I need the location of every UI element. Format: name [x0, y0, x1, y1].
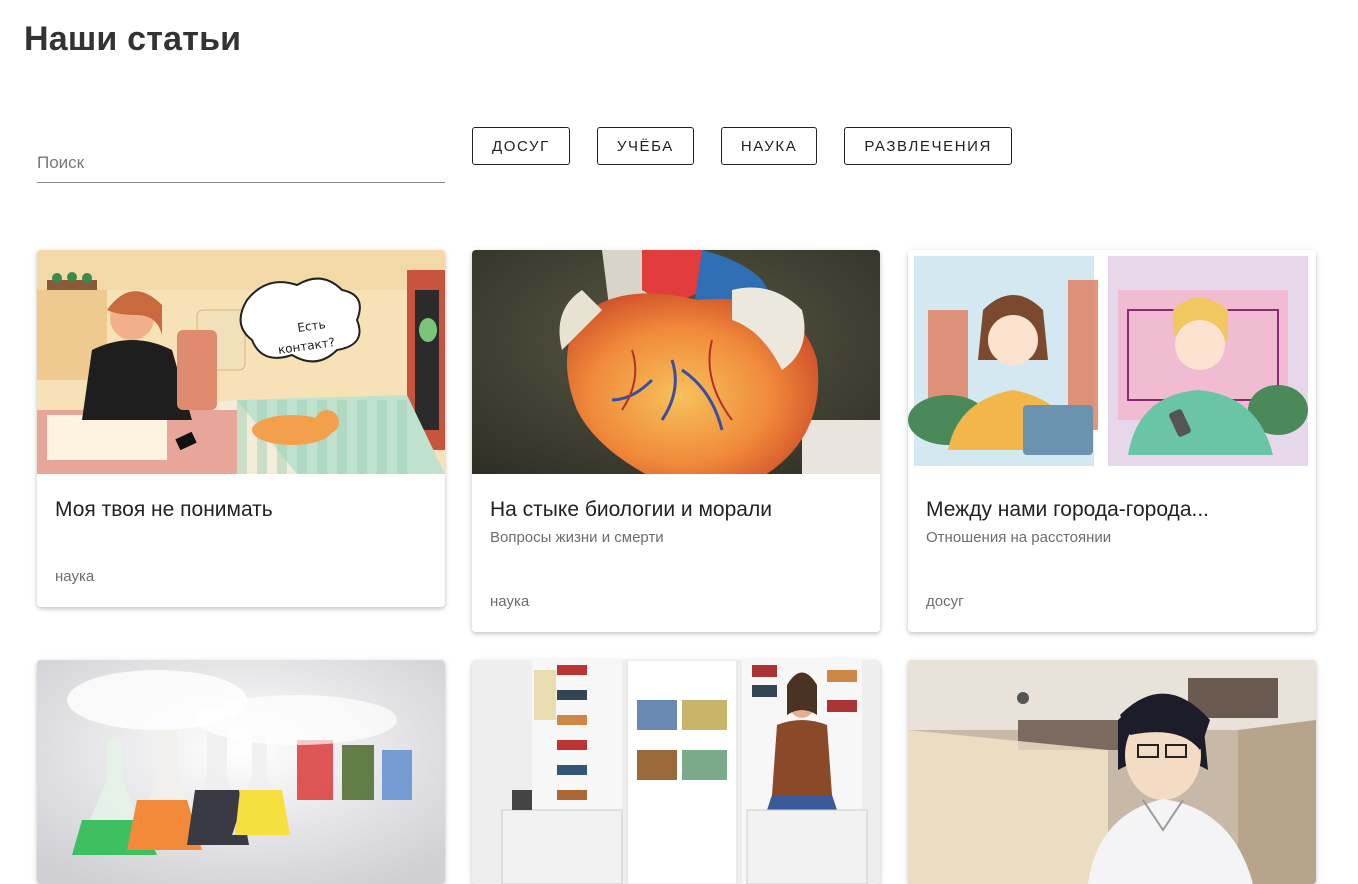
card-subtitle: Отношения на расстоянии [926, 529, 1112, 546]
card-category: досуг [926, 593, 964, 610]
filter-study-button[interactable]: УЧЁБА [596, 127, 694, 165]
card-image [908, 660, 1316, 884]
article-card[interactable] [908, 660, 1316, 884]
category-filters: ДОСУГ УЧЁБА НАУКА РАЗВЛЕЧЕНИЯ [472, 127, 1039, 165]
search-input[interactable] [37, 140, 445, 184]
card-category: наука [55, 568, 95, 585]
article-card[interactable] [472, 660, 880, 884]
card-title: Между нами города-города... [926, 498, 1209, 521]
card-image [37, 660, 445, 884]
card-image [908, 250, 1316, 474]
article-card[interactable]: Есть контакт? Моя твоя не понимать наука [37, 250, 445, 607]
search-field[interactable] [37, 140, 445, 184]
card-category: наука [490, 593, 530, 610]
article-card[interactable] [37, 660, 445, 884]
filter-leisure-button[interactable]: ДОСУГ [472, 127, 570, 165]
card-subtitle: Вопросы жизни и смерти [490, 529, 664, 546]
page-title: Наши статьи [24, 20, 242, 58]
article-card[interactable]: На стыке биологии и морали Вопросы жизни… [472, 250, 880, 632]
card-title: На стыке биологии и морали [490, 498, 772, 521]
article-card[interactable]: Между нами города-города... Отношения на… [908, 250, 1316, 632]
card-image: Есть контакт? [37, 250, 445, 474]
filter-entertainment-button[interactable]: РАЗВЛЕЧЕНИЯ [844, 127, 1012, 165]
card-image [472, 660, 880, 884]
card-image [472, 250, 880, 474]
filter-science-button[interactable]: НАУКА [720, 127, 818, 165]
card-title: Моя твоя не понимать [55, 498, 273, 521]
